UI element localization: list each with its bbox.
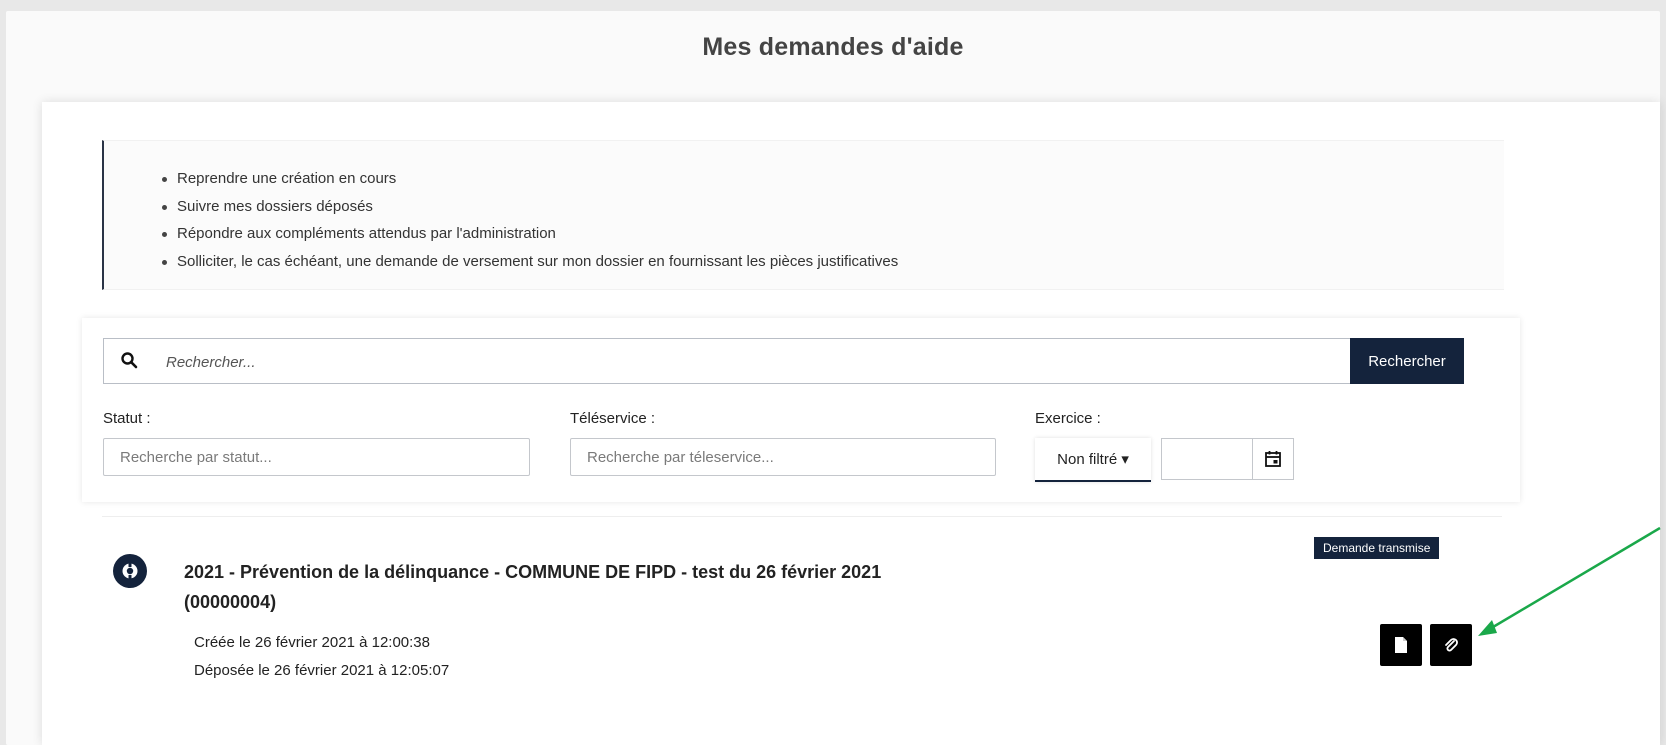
info-item: Reprendre une création en cours — [162, 165, 898, 193]
demandes-card: Reprendre une création en cours Suivre m… — [42, 102, 1660, 745]
status-badge: Demande transmise — [1314, 537, 1440, 559]
paperclip-icon — [1445, 638, 1458, 652]
calendar-icon — [1265, 451, 1281, 467]
created-date: Créée le 26 février 2021 à 12:00:38 — [194, 634, 430, 651]
lifebuoy-icon — [122, 563, 138, 579]
statut-label: Statut : — [103, 410, 151, 427]
search-icon — [121, 352, 138, 369]
info-box: Reprendre une création en cours Suivre m… — [102, 140, 1504, 290]
info-item: Solliciter, le cas échéant, une demande … — [162, 248, 898, 276]
list-item: Demande transmise 2021 - Prévention de l… — [102, 516, 1502, 737]
result-meta: Créée le 26 février 2021 à 12:00:38 Dépo… — [194, 629, 449, 685]
result-title[interactable]: 2021 - Prévention de la délinquance - CO… — [184, 557, 904, 617]
exercice-year-input[interactable] — [1161, 438, 1253, 480]
info-item: Répondre aux compléments attendus par l'… — [162, 220, 898, 248]
info-list: Reprendre une création en cours Suivre m… — [162, 165, 898, 275]
dossier-icon — [113, 554, 147, 588]
teleservice-label: Téléservice : — [570, 410, 656, 427]
search-bar: Rechercher — [103, 338, 1464, 385]
submitted-date: Déposée le 26 février 2021 à 12:05:07 — [194, 662, 450, 679]
teleservice-input[interactable] — [570, 438, 996, 476]
paperclip-button[interactable] — [1430, 624, 1472, 666]
page: Mes demandes d'aide Reprendre une créati… — [6, 11, 1660, 745]
calendar-button[interactable] — [1252, 438, 1294, 480]
search-input[interactable] — [164, 339, 1348, 385]
exercice-selected-value: Non filtré ▾ — [1057, 451, 1129, 468]
page-title: Mes demandes d'aide — [702, 33, 964, 61]
document-icon — [1395, 637, 1407, 653]
exercice-select[interactable]: Non filtré ▾ — [1035, 438, 1151, 482]
statut-input[interactable] — [103, 438, 530, 476]
info-item: Suivre mes dossiers déposés — [162, 193, 898, 221]
search-button[interactable]: Rechercher — [1350, 338, 1464, 384]
document-button[interactable] — [1380, 624, 1422, 666]
filter-panel: Rechercher Statut : Téléservice : Exerci… — [82, 318, 1520, 502]
exercice-label: Exercice : — [1035, 410, 1101, 427]
